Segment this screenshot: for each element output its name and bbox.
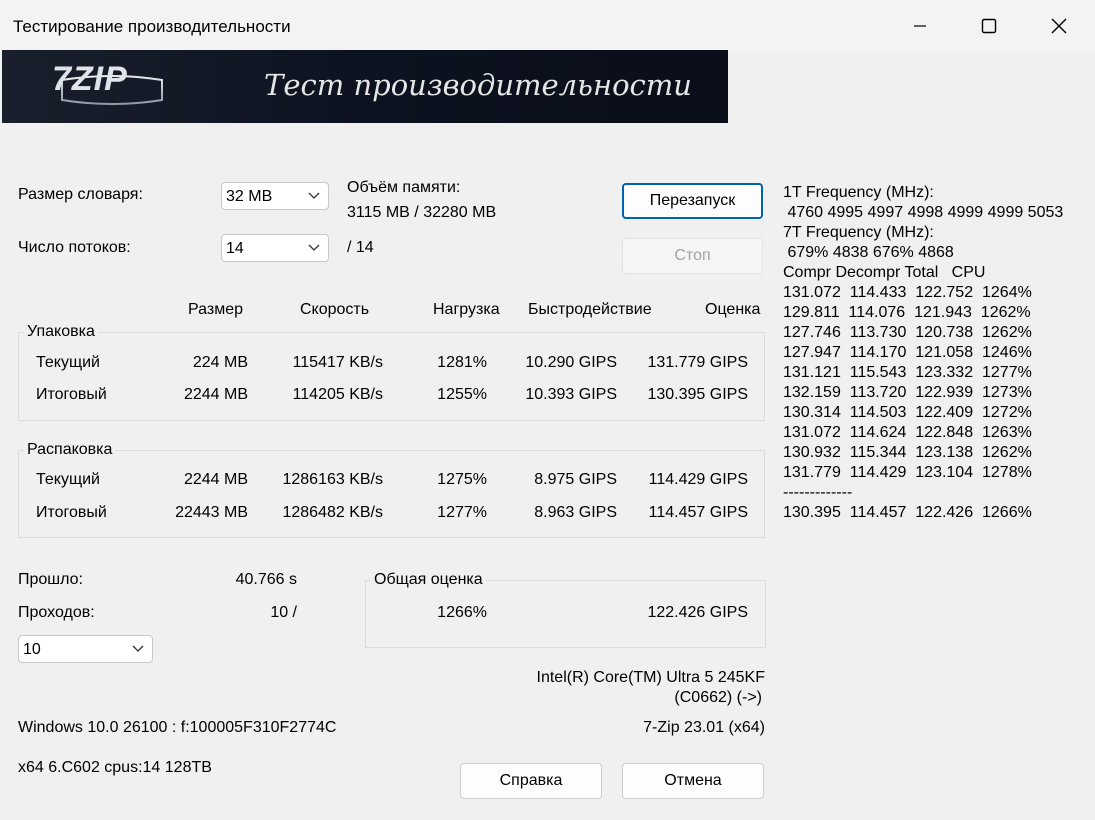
version-info: 7-Zip 23.01 (x64) (643, 719, 765, 736)
rating-cell: 130.395 GIPS (647, 386, 748, 403)
log-separator: ------------- (783, 484, 853, 501)
total-rating-value: 122.426 GIPS (647, 604, 748, 621)
dictionary-size-label: Размер словаря: (18, 186, 143, 203)
row-label: Текущий (36, 471, 100, 488)
rating-cell: 114.429 GIPS (648, 471, 748, 488)
total-load: 1266% (437, 604, 487, 621)
log-row: 131.779 114.429 123.104 1278% (783, 464, 1032, 481)
performance-cell: 10.290 GIPS (525, 354, 617, 371)
memory-value: 3115 MB / 32280 MB (347, 204, 497, 221)
column-load: Нагрузка (433, 301, 500, 318)
log-row: 131.072 114.433 122.752 1264% (783, 284, 1032, 301)
log-row: 131.072 114.624 122.848 1263% (783, 424, 1032, 441)
maximize-button[interactable] (954, 0, 1024, 52)
performance-cell: 8.963 GIPS (534, 504, 617, 521)
log-row: 130.314 114.503 122.409 1272% (783, 404, 1032, 421)
threads-total: / 14 (347, 239, 374, 256)
minimize-button[interactable] (885, 0, 955, 52)
speed-cell: 114205 KB/s (292, 386, 383, 403)
column-size: Размер (188, 301, 243, 318)
decompression-group (18, 450, 765, 538)
close-icon (1051, 18, 1067, 34)
minimize-icon (914, 25, 926, 27)
dictionary-size-value: 32 MB (226, 188, 273, 205)
dictionary-size-select[interactable]: 32 MB (221, 182, 329, 210)
log-row: 131.121 115.543 123.332 1277% (783, 364, 1032, 381)
compression-group (18, 332, 765, 421)
log-header: Compr Decompr Total CPU (783, 264, 986, 281)
load-cell: 1275% (437, 471, 487, 488)
compression-title: Упаковка (24, 323, 98, 341)
restart-button[interactable]: Перезапуск (622, 183, 763, 219)
cpu-id: (C0662) (->) (674, 689, 762, 706)
passes-value: 10 / (270, 604, 297, 621)
freq-1t-label: 1T Frequency (MHz): (783, 184, 934, 201)
cpu-name: Intel(R) Core(TM) Ultra 5 245KF (536, 669, 766, 686)
column-speed: Скорость (300, 301, 370, 318)
rating-cell: 114.457 GIPS (648, 504, 748, 521)
load-cell: 1277% (437, 504, 487, 521)
column-performance: Быстродействие (528, 301, 652, 318)
size-cell: 224 MB (192, 354, 248, 371)
7zip-logo: 7ZIP (52, 60, 128, 99)
size-cell: 2244 MB (183, 471, 248, 488)
column-rating: Оценка (705, 301, 761, 318)
log-row: 130.932 115.344 123.138 1262% (783, 444, 1032, 461)
cancel-button[interactable]: Отмена (622, 763, 764, 799)
size-cell: 2244 MB (183, 386, 248, 403)
elapsed-label: Прошло: (18, 571, 83, 588)
speed-cell: 1286482 KB/s (282, 504, 383, 521)
help-button[interactable]: Справка (460, 763, 602, 799)
chevron-down-icon (132, 645, 144, 652)
speed-cell: 1286163 KB/s (282, 471, 383, 488)
logo-text: 7ZIP (52, 60, 128, 98)
speed-cell: 115417 KB/s (292, 354, 383, 371)
row-label: Итоговый (36, 386, 107, 403)
row-label: Текущий (36, 354, 100, 371)
rating-cell: 131.779 GIPS (647, 354, 748, 371)
log-row: 127.947 114.170 121.058 1246% (783, 344, 1032, 361)
window-title: Тестирование производительности (13, 17, 291, 36)
total-rating-title: Общая оценка (371, 571, 486, 589)
banner-caption: Тест производительности (264, 68, 692, 102)
passes-label: Проходов: (18, 604, 95, 621)
title-bar: Тестирование производительности (0, 0, 1095, 52)
freq-1t-values: 4760 4995 4997 4998 4999 4999 5053 (783, 204, 1064, 221)
elapsed-value: 40.766 s (235, 571, 297, 588)
freq-7t-label: 7T Frequency (MHz): (783, 224, 934, 241)
performance-cell: 10.393 GIPS (525, 386, 617, 403)
maximize-icon (981, 18, 997, 34)
chevron-down-icon (308, 192, 320, 199)
benchmark-log: 1T Frequency (MHz): 4760 4995 4997 4998 … (783, 183, 1063, 523)
freq-7t-values: 679% 4838 676% 4868 (783, 244, 954, 261)
log-total-row: 130.395 114.457 122.426 1266% (783, 504, 1032, 521)
log-row: 132.159 113.720 122.939 1273% (783, 384, 1032, 401)
decompression-title: Распаковка (24, 441, 116, 459)
chevron-down-icon (308, 244, 320, 251)
arch-info: x64 6.C602 cpus:14 128TB (18, 759, 212, 776)
performance-cell: 8.975 GIPS (534, 471, 617, 488)
threads-select[interactable]: 14 (221, 234, 329, 262)
load-cell: 1255% (437, 386, 487, 403)
size-cell: 22443 MB (175, 504, 248, 521)
log-row: 127.746 113.730 120.738 1262% (783, 324, 1032, 341)
threads-value: 14 (226, 240, 244, 257)
stop-button[interactable]: Стоп (622, 238, 763, 274)
close-button[interactable] (1024, 0, 1094, 52)
memory-label: Объём памяти: (347, 179, 461, 196)
os-info: Windows 10.0 26100 : f:100005F310F2774C (18, 719, 337, 736)
log-row: 129.811 114.076 121.943 1262% (783, 304, 1031, 321)
passes-select-value: 10 (23, 641, 41, 658)
load-cell: 1281% (437, 354, 487, 371)
passes-select[interactable]: 10 (18, 635, 153, 663)
banner: 7ZIP Тест производительности (2, 50, 728, 123)
threads-label: Число потоков: (18, 239, 131, 256)
row-label: Итоговый (36, 504, 107, 521)
